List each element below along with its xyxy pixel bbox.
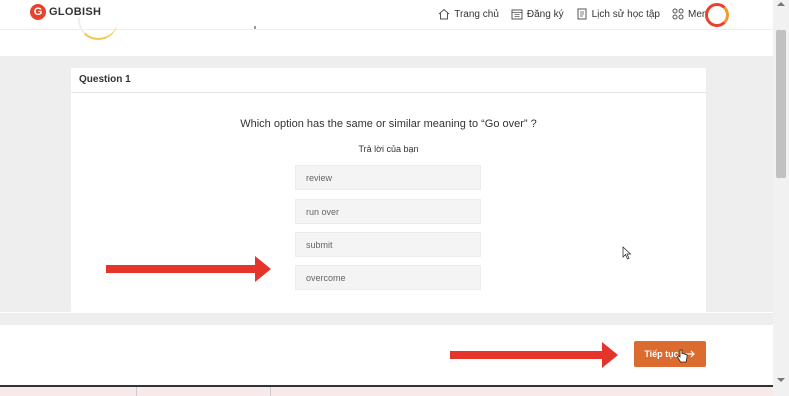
scroll-down-icon[interactable] bbox=[777, 378, 785, 382]
separator-mark bbox=[254, 26, 256, 29]
calendar-icon bbox=[511, 9, 523, 20]
scroll-up-icon[interactable] bbox=[777, 2, 785, 6]
strip-divider bbox=[136, 387, 137, 396]
strip-divider bbox=[270, 387, 271, 396]
progress-ring bbox=[78, 18, 118, 40]
continue-button-label: Tiếp tục bbox=[644, 349, 679, 359]
continue-button[interactable]: Tiếp tục bbox=[634, 341, 706, 367]
grid-icon bbox=[672, 8, 684, 20]
bottom-strip bbox=[0, 387, 773, 396]
user-avatar[interactable] bbox=[705, 3, 729, 27]
content-background-bottom bbox=[0, 313, 773, 325]
nav-item-label: Lịch sử học tập bbox=[591, 8, 660, 20]
hand-pointer-icon bbox=[677, 349, 688, 363]
nav-item-label: Đăng ký bbox=[526, 8, 564, 20]
scrollbar-thumb[interactable] bbox=[776, 30, 786, 178]
annotation-arrow-option bbox=[106, 256, 271, 282]
answer-label: Trả lời của bạn bbox=[358, 144, 419, 154]
globish-logo-icon: G bbox=[30, 4, 46, 20]
home-icon bbox=[438, 8, 450, 20]
question-title: Question 1 bbox=[71, 68, 706, 93]
answer-option[interactable]: review bbox=[295, 165, 481, 190]
nav-item-label: Trang chủ bbox=[454, 8, 499, 20]
nav-item-home[interactable]: Trang chủ bbox=[438, 8, 499, 20]
answer-option[interactable]: run over bbox=[295, 199, 481, 224]
nav-item-history[interactable]: Lịch sử học tập bbox=[576, 8, 660, 20]
answer-option[interactable]: overcome bbox=[295, 265, 481, 290]
answer-option[interactable]: submit bbox=[295, 232, 481, 257]
annotation-arrow-continue bbox=[450, 342, 618, 368]
question-text: Which option has the same or similar mea… bbox=[240, 118, 537, 130]
main-nav: Trang chủ Đăng ký Lịch sử học tập Menu bbox=[438, 8, 713, 20]
document-icon bbox=[577, 8, 587, 20]
logo-text: GLOBISH bbox=[49, 6, 102, 18]
mouse-pointer-icon bbox=[622, 246, 632, 260]
nav-item-register[interactable]: Đăng ký bbox=[511, 8, 564, 20]
